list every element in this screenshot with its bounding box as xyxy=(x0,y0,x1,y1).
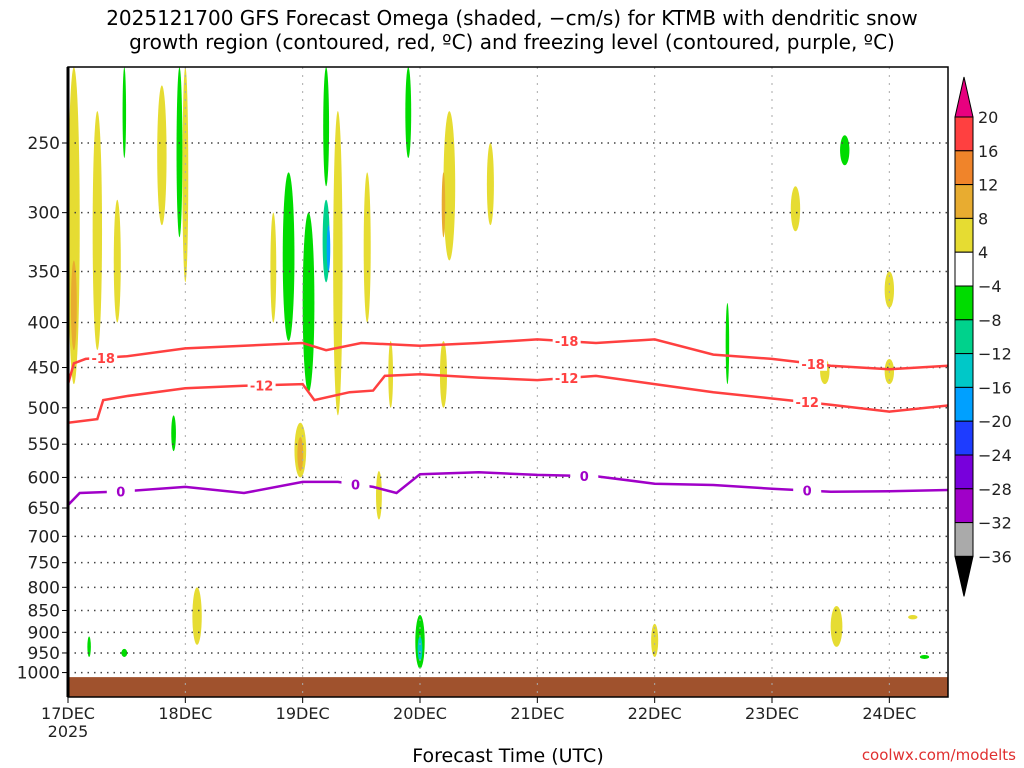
y-tick-label: 550 xyxy=(28,435,60,455)
x-tick-label: 19DEC xyxy=(276,704,330,723)
contour-label: -18 xyxy=(555,335,579,350)
colorbar-swatch xyxy=(954,184,974,219)
colorbar-swatch xyxy=(954,116,974,152)
y-tick-label: 500 xyxy=(28,399,60,419)
colorbar-swatch xyxy=(954,420,974,456)
y-tick-label: 1000 xyxy=(17,664,60,684)
omega-patch xyxy=(376,471,382,520)
contour-label: -12 xyxy=(250,379,274,394)
omega-patch xyxy=(919,654,930,659)
colorbar-label: 20 xyxy=(978,108,998,127)
omega-patch xyxy=(113,199,121,323)
x-tick-label: 24DEC xyxy=(862,704,916,723)
colorbar-label: −4 xyxy=(978,277,1002,296)
y-tick-label: 650 xyxy=(28,499,60,519)
x-tick-sublabel: 2025 xyxy=(48,722,89,741)
omega-patch xyxy=(908,614,918,620)
y-tick-label: 950 xyxy=(28,644,60,664)
colorbar-swatch xyxy=(954,319,974,355)
colorbar-label: 8 xyxy=(978,209,988,228)
colorbar-swatch xyxy=(954,353,974,388)
omega-patch xyxy=(270,212,277,323)
contour-label: -18 xyxy=(91,352,115,367)
colorbar-swatch xyxy=(954,386,974,422)
contour-label: -18 xyxy=(801,358,825,373)
omega-patch xyxy=(70,260,77,351)
colorbar-swatch xyxy=(954,285,974,321)
x-tick-label: 22DEC xyxy=(628,704,682,723)
y-tick-label: 850 xyxy=(28,601,60,621)
colorbar-swatch xyxy=(954,488,974,524)
omega-patch xyxy=(302,212,315,393)
colorbar-label: −36 xyxy=(978,547,1012,566)
colorbar-swatch xyxy=(954,217,974,253)
colorbar-bottom-arrow xyxy=(954,555,974,597)
contour-label: 0 xyxy=(351,478,360,493)
colorbar-swatch xyxy=(954,251,974,287)
omega-patch xyxy=(87,636,91,657)
colorbar-swatch xyxy=(954,150,974,186)
contour-label: -12 xyxy=(555,372,579,387)
colorbar-label: −12 xyxy=(978,345,1012,364)
omega-patch xyxy=(176,67,183,238)
colorbar-swatch xyxy=(954,454,974,490)
colorbar-label: −8 xyxy=(978,311,1002,330)
omega-patch xyxy=(297,437,304,472)
omega-patch xyxy=(121,648,128,657)
omega-patch xyxy=(157,85,167,226)
surface-fill xyxy=(68,677,948,697)
x-tick-label: 20DEC xyxy=(393,704,447,723)
colorbar-label: −24 xyxy=(978,446,1012,465)
colorbar-label: 12 xyxy=(978,176,998,195)
y-tick-label: 400 xyxy=(28,314,60,334)
y-tick-label: 600 xyxy=(28,468,60,488)
y-tick-label: 450 xyxy=(28,359,60,379)
omega-patch xyxy=(405,67,412,158)
omega-patch xyxy=(333,111,343,416)
omega-patch xyxy=(92,111,103,351)
x-tick-label: 17DEC xyxy=(41,704,95,723)
colorbar-swatch xyxy=(954,522,974,557)
colorbar-label: −20 xyxy=(978,412,1012,431)
omega-patch xyxy=(790,186,801,232)
chart-plot: -18 -18 -18 -12 -12 -12 0 0 0 0 250 300 350 400 450 500… xyxy=(17,66,1012,741)
omega-patch xyxy=(122,67,127,158)
omega-patch xyxy=(171,415,176,452)
omega-patch xyxy=(443,111,456,261)
contour-label: -12 xyxy=(795,396,819,411)
omega-patch xyxy=(417,636,423,661)
x-tick-label: 23DEC xyxy=(745,704,799,723)
omega-patch xyxy=(725,302,730,385)
contour-label: 0 xyxy=(580,470,589,485)
y-tick-label: 700 xyxy=(28,527,60,547)
y-tick-label: 300 xyxy=(28,204,60,224)
omega-patch xyxy=(282,172,295,342)
colorbar-label: −28 xyxy=(978,480,1012,499)
omega-patch xyxy=(326,225,331,272)
y-tick-label: 350 xyxy=(28,263,60,283)
y-tick-label: 800 xyxy=(28,578,60,598)
contour-label: 0 xyxy=(803,485,812,500)
x-tick-label: 18DEC xyxy=(158,704,212,723)
omega-patch xyxy=(363,172,371,323)
plot-area: -18 -18 -18 -12 -12 -12 0 0 0 0 xyxy=(68,67,948,697)
omega-patch xyxy=(441,172,446,238)
omega-patch xyxy=(192,587,202,645)
colorbar-label: −16 xyxy=(978,378,1012,397)
x-tick-label: 21DEC xyxy=(510,704,564,723)
y-tick-label: 900 xyxy=(28,623,60,643)
omega-patch xyxy=(323,67,330,187)
y-tick-label: 250 xyxy=(28,134,60,154)
y-tick-label: 750 xyxy=(28,554,60,574)
colorbar-top-arrow xyxy=(954,76,974,118)
contour-label: 0 xyxy=(116,485,125,500)
colorbar-label: 16 xyxy=(978,142,998,161)
colorbar-label: 4 xyxy=(978,243,988,262)
omega-patch xyxy=(830,605,843,647)
credit-text: coolwx.com/modelts xyxy=(861,746,1016,764)
omega-patch xyxy=(486,143,494,226)
omega-patch xyxy=(840,135,850,166)
colorbar-label: −32 xyxy=(978,514,1012,533)
